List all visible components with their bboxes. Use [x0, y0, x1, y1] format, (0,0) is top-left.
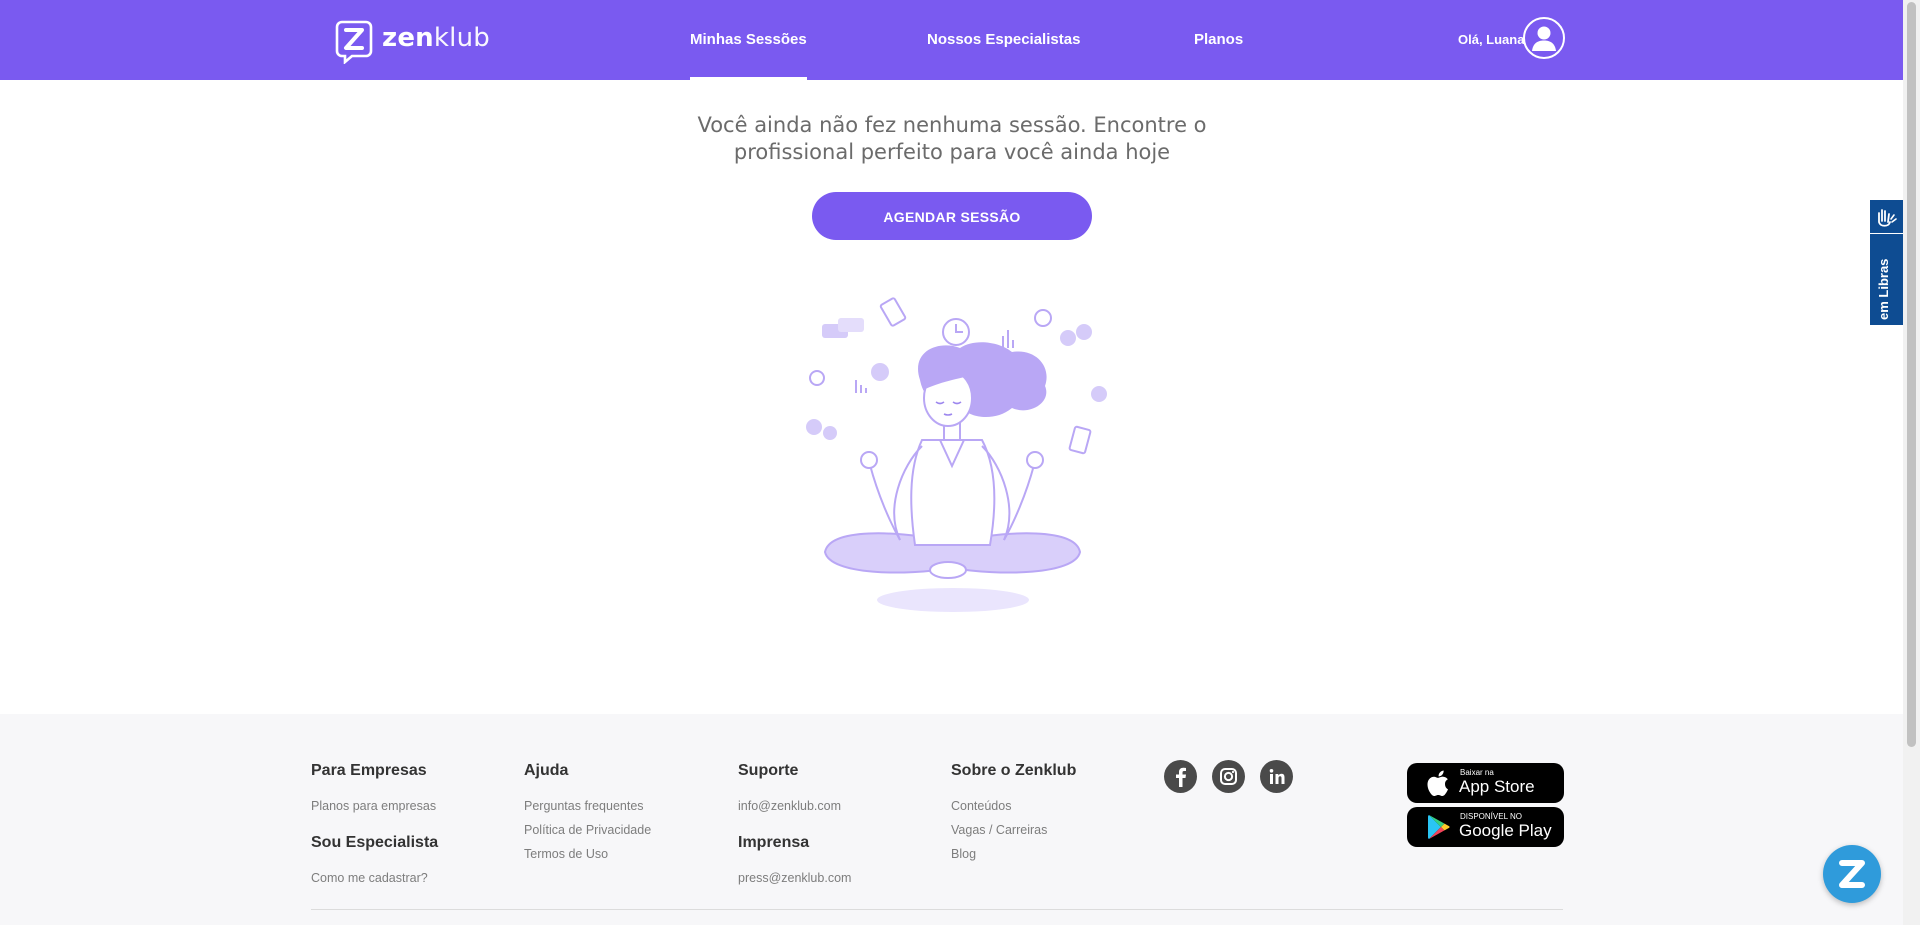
footer-link-planos-empresas[interactable]: Planos para empresas	[311, 799, 436, 813]
chat-support-button[interactable]	[1823, 845, 1881, 903]
footer-link-blog[interactable]: Blog	[951, 847, 976, 861]
footer-title-ajuda: Ajuda	[524, 762, 569, 779]
instagram-link[interactable]	[1212, 760, 1245, 793]
google-play-button[interactable]: DISPONÍVEL NO Google Play	[1407, 807, 1564, 847]
footer-title-imprensa: Imprensa	[738, 834, 810, 851]
footer-divider	[311, 909, 1563, 910]
footer-link-conteudos[interactable]: Conteúdos	[951, 799, 1011, 813]
facebook-icon	[1176, 767, 1186, 787]
zenklub-logo-icon	[335, 20, 373, 64]
footer-link-politica-privacidade[interactable]: Política de Privacidade	[524, 823, 651, 837]
libras-accessibility-widget[interactable]: em Libras	[1870, 200, 1903, 325]
user-greeting[interactable]: Olá, Luana	[1458, 0, 1524, 80]
empty-sessions-message: Você ainda não fez nenhuma sessão. Encon…	[697, 113, 1207, 164]
footer-link-como-me-cadastrar[interactable]: Como me cadastrar?	[311, 871, 428, 885]
footer-link-info-email[interactable]: info@zenklub.com	[738, 799, 841, 813]
linkedin-icon	[1269, 769, 1285, 784]
site-footer	[0, 714, 1903, 925]
zenklub-chat-icon	[1839, 860, 1865, 888]
top-navigation-bar: zenklub Minhas Sessões Nossos Especialis…	[0, 0, 1903, 80]
footer-title-sobre-zenklub: Sobre o Zenklub	[951, 762, 1077, 779]
footer-link-press-email[interactable]: press@zenklub.com	[738, 871, 851, 885]
footer-title-para-empresas: Para Empresas	[311, 762, 427, 779]
libras-label: em Libras	[1876, 258, 1891, 320]
nav-minhas-sessoes[interactable]: Minhas Sessões	[690, 0, 807, 80]
google-play-caption: DISPONÍVEL NO	[1460, 812, 1522, 821]
user-icon	[1532, 26, 1556, 51]
sign-language-icon	[1870, 200, 1903, 234]
instagram-icon	[1220, 768, 1237, 785]
footer-link-termos-uso[interactable]: Termos de Uso	[524, 847, 608, 861]
footer-title-suporte: Suporte	[738, 762, 799, 779]
nav-nossos-especialistas[interactable]: Nossos Especialistas	[927, 0, 1080, 80]
nav-planos[interactable]: Planos	[1194, 0, 1243, 80]
app-store-button[interactable]: Baixar na App Store	[1407, 763, 1564, 803]
app-store-label: App Store	[1459, 777, 1535, 796]
hands-icon	[1878, 209, 1897, 227]
google-play-icon	[1428, 815, 1450, 839]
linkedin-link[interactable]	[1260, 760, 1293, 793]
app-store-caption: Baixar na	[1460, 768, 1494, 777]
user-avatar[interactable]	[1523, 17, 1565, 59]
page-scrollbar[interactable]	[1903, 0, 1920, 925]
brand-name: zenklub	[382, 22, 490, 53]
schedule-session-button[interactable]: AGENDAR SESSÃO	[812, 192, 1092, 240]
footer-link-vagas-carreiras[interactable]: Vagas / Carreiras	[951, 823, 1047, 837]
footer-title-sou-especialista: Sou Especialista	[311, 834, 439, 851]
scrollbar-thumb[interactable]	[1907, 2, 1916, 747]
meditation-illustration	[806, 297, 1107, 612]
zenklub-logo[interactable]: zenklub	[335, 19, 490, 64]
footer-link-perguntas-frequentes[interactable]: Perguntas frequentes	[524, 799, 644, 813]
google-play-label: Google Play	[1459, 821, 1552, 840]
facebook-link[interactable]	[1164, 760, 1197, 793]
apple-icon	[1427, 770, 1448, 797]
